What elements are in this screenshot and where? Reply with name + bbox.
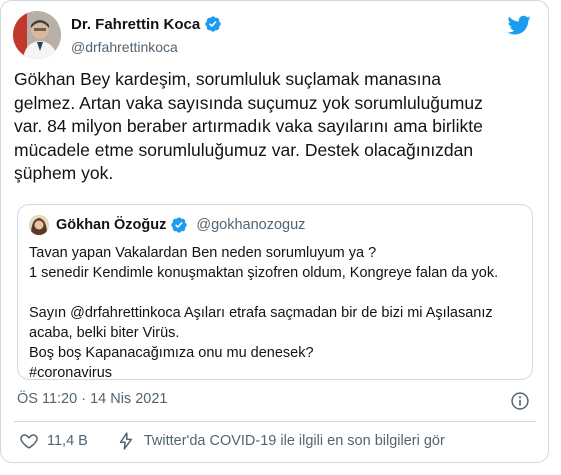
author-name[interactable]: Dr. Fahrettin Koca	[71, 16, 200, 33]
quoted-text-line: acaba, belki biter Virüs.	[29, 325, 180, 341]
quoted-text-line: Tavan yapan Vakalardan Ben neden sorumlu…	[29, 245, 377, 261]
like-count: 11,4 B	[47, 433, 88, 449]
quoted-tweet-text: Tavan yapan Vakalardan Ben neden sorumlu…	[29, 243, 525, 383]
quoted-text-line: Boş boş Kapanacağımıza onu mu denesek?	[29, 345, 314, 361]
author-avatar[interactable]	[13, 11, 61, 59]
quoted-text-line: #coronavirus	[29, 365, 113, 381]
covid-info-link[interactable]: Twitter'da COVID-19 ile ilgili en son bi…	[116, 431, 445, 451]
verified-badge-icon	[205, 16, 221, 32]
quoted-tweet[interactable]: Gökhan Özoğuz @gokhanozoguz Tavan yapan …	[17, 204, 533, 383]
tweet-text-line: var. 84 milyon beraber artırmadık vaka s…	[14, 116, 483, 136]
tweet-text-line: mücadele etme sorumluluğumuz var. Destek…	[14, 139, 474, 160]
tweet-card[interactable]: Dr. Fahrettin Koca @drfahrettinkoca Gökh…	[0, 0, 549, 463]
tweet-actions: 11,4 B Twitter'da COVID-19 ile ilgili en…	[19, 431, 445, 451]
lightning-bolt-icon	[119, 432, 133, 450]
quoted-author-handle: @gokhanozoguz	[196, 217, 306, 233]
quoted-author-avatar	[29, 215, 49, 235]
quoted-author-name: Gökhan Özoğuz	[56, 217, 167, 233]
quoted-text-line: 1 senedir Kendimle konuşmaktan şizofren …	[29, 265, 499, 281]
verified-badge-icon	[171, 217, 188, 233]
divider	[14, 421, 536, 422]
tweet-timestamp[interactable]: ÖS 11:20 · 14 Nis 2021	[17, 391, 167, 407]
tweet-text-line: Gökhan Bey kardeşim, sorumluluk suçlamak…	[14, 69, 441, 89]
twitter-bird-icon[interactable]	[507, 13, 531, 37]
like-button[interactable]: 11,4 B	[19, 431, 88, 451]
tweet-text: Gökhan Bey kardeşim, sorumluluk suçlamak…	[14, 68, 534, 186]
quoted-text-line: Sayın @drfahrettinkoca Aşıları etrafa sa…	[29, 305, 493, 321]
covid-info-label: Twitter'da COVID-19 ile ilgili en son bi…	[143, 433, 445, 449]
info-icon[interactable]	[510, 391, 530, 411]
quoted-text-line	[29, 283, 525, 303]
tweet-text-line: gelmez. Artan vaka sayısında suçumuz yok…	[14, 92, 483, 113]
author-handle[interactable]: @drfahrettinkoca	[71, 39, 178, 55]
tweet-text-line: şüphem yok.	[14, 163, 114, 183]
heart-icon	[20, 434, 38, 449]
